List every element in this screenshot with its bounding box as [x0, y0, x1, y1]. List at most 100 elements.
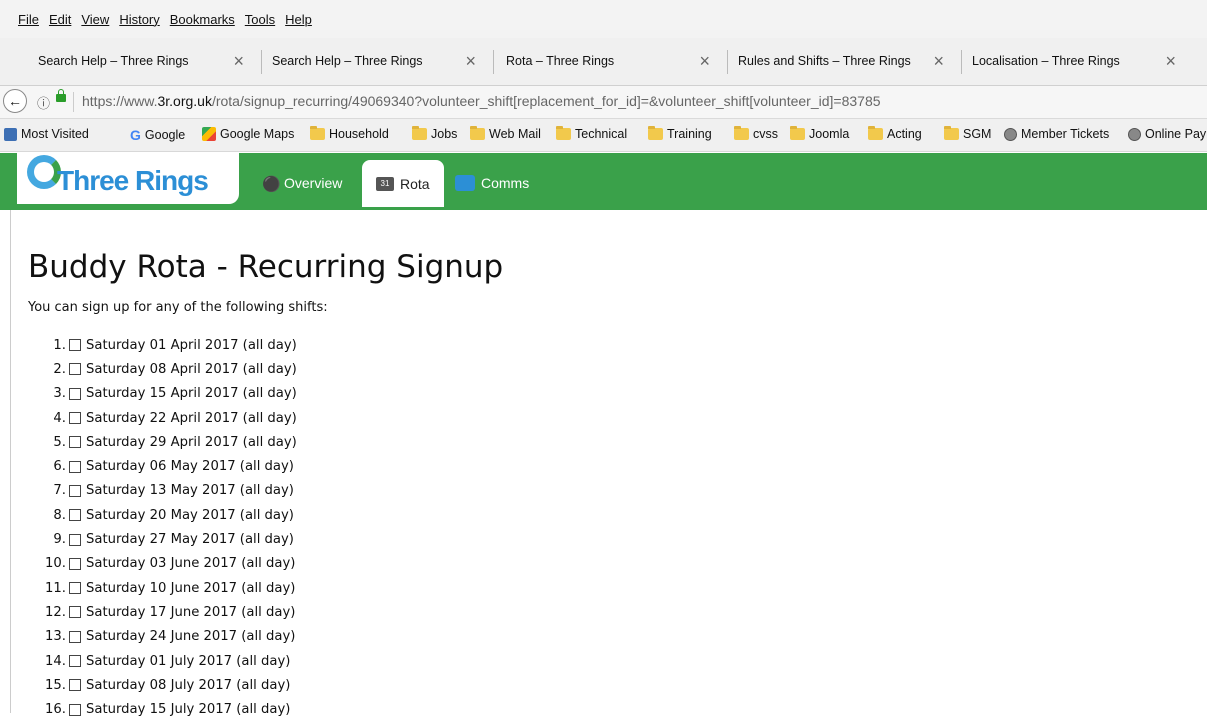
- url-field[interactable]: https://www.3r.org.uk/rota/signup_recurr…: [82, 93, 881, 109]
- shift-checkbox[interactable]: [69, 679, 81, 692]
- close-icon[interactable]: ×: [933, 51, 944, 72]
- menu-edit[interactable]: Edit: [49, 12, 71, 27]
- nav-tab-rota[interactable]: 31 Rota: [362, 160, 444, 207]
- bookmark-acting[interactable]: Acting: [868, 126, 922, 141]
- tab-title: Rota – Three Rings: [506, 54, 615, 68]
- shift-checkbox[interactable]: [69, 557, 81, 570]
- menu-help[interactable]: Help: [285, 12, 312, 27]
- browser-tab[interactable]: Search Help – Three Rings ×: [0, 42, 262, 80]
- shift-label[interactable]: Saturday 24 June 2017 (all day): [86, 629, 295, 644]
- shift-checkbox[interactable]: [69, 703, 81, 716]
- shift-item: 8. Saturday 20 May 2017 (all day): [20, 503, 297, 527]
- shift-number: 1.: [53, 337, 66, 353]
- shift-label[interactable]: Saturday 03 June 2017 (all day): [86, 556, 295, 571]
- shift-number: 5.: [53, 434, 66, 450]
- shift-label[interactable]: Saturday 01 July 2017 (all day): [86, 654, 290, 669]
- shift-label[interactable]: Saturday 08 July 2017 (all day): [86, 678, 290, 693]
- shift-checkbox[interactable]: [69, 630, 81, 643]
- most-visited-icon: [4, 127, 17, 141]
- nav-tab-comms[interactable]: Comms: [455, 163, 529, 203]
- shift-checkbox[interactable]: [69, 387, 81, 400]
- menu-history[interactable]: History: [119, 12, 159, 27]
- tab-title: Rules and Shifts – Three Rings: [738, 54, 911, 68]
- bookmark-google-maps[interactable]: Google Maps: [202, 127, 294, 141]
- close-icon[interactable]: ×: [699, 51, 710, 72]
- shift-number: 2.: [53, 361, 66, 377]
- bookmark-sgm[interactable]: SGM: [944, 126, 991, 141]
- nav-tab-overview[interactable]: ⚫ Overview: [262, 163, 342, 203]
- logo-text: Three Rings: [57, 165, 209, 196]
- browser-tab[interactable]: Rota – Three Rings ×: [494, 42, 728, 80]
- menu-bookmarks[interactable]: Bookmarks: [170, 12, 235, 27]
- shift-item: 1. Saturday 01 April 2017 (all day): [20, 333, 297, 357]
- globe-icon: [1128, 127, 1141, 141]
- shift-checkbox[interactable]: [69, 655, 81, 667]
- close-icon[interactable]: ×: [465, 51, 476, 72]
- shift-label[interactable]: Saturday 15 July 2017 (all day): [86, 702, 290, 717]
- shift-checkbox[interactable]: [69, 436, 81, 449]
- shift-label[interactable]: Saturday 01 April 2017 (all day): [86, 338, 297, 353]
- shift-number: 6.: [53, 459, 66, 475]
- shift-checkbox[interactable]: [69, 533, 81, 546]
- bookmark-web-mail[interactable]: Web Mail: [470, 126, 541, 141]
- url-host: 3r.org.uk: [157, 93, 212, 109]
- browser-tab[interactable]: Rules and Shifts – Three Rings ×: [728, 42, 962, 80]
- site-header: Three Rings ⚫ Overview 31 Rota Comms: [0, 153, 1207, 210]
- browser-tab[interactable]: Search Help – Three Rings ×: [262, 42, 494, 80]
- bookmark-joomla[interactable]: Joomla: [790, 126, 849, 141]
- bookmark-label: Training: [667, 127, 712, 141]
- bookmark-training[interactable]: Training: [648, 126, 712, 141]
- bookmark-google[interactable]: G Google: [130, 127, 185, 143]
- back-arrow-icon[interactable]: ←: [3, 89, 27, 113]
- folder-icon: [944, 126, 959, 140]
- shift-label[interactable]: Saturday 08 April 2017 (all day): [86, 362, 297, 377]
- shift-number: 16.: [45, 702, 66, 718]
- folder-icon: [648, 126, 663, 140]
- close-icon[interactable]: ×: [233, 51, 244, 72]
- shift-item: 5. Saturday 29 April 2017 (all day): [20, 430, 297, 454]
- shift-item: 3. Saturday 15 April 2017 (all day): [20, 382, 297, 406]
- bookmark-label: Household: [329, 127, 389, 141]
- bookmark-label: Google: [144, 128, 186, 142]
- shift-label[interactable]: Saturday 15 April 2017 (all day): [86, 386, 297, 401]
- shift-checkbox[interactable]: [69, 606, 81, 619]
- info-icon[interactable]: ⓘ: [37, 93, 50, 112]
- shift-label[interactable]: Saturday 06 May 2017 (all day): [86, 459, 294, 474]
- shift-checkbox[interactable]: [69, 582, 81, 595]
- bookmark-label: Web Mail: [489, 127, 541, 141]
- bookmark-online-payments[interactable]: Online Paym: [1128, 127, 1207, 141]
- bookmark-member-tickets[interactable]: Member Tickets: [1004, 127, 1109, 141]
- bookmark-household[interactable]: Household: [310, 126, 389, 141]
- shift-checkbox[interactable]: [69, 363, 81, 376]
- shift-checkbox[interactable]: [69, 509, 81, 522]
- content-left-border: [10, 210, 11, 713]
- shift-item: 6. Saturday 06 May 2017 (all day): [20, 454, 297, 478]
- shift-checkbox[interactable]: [69, 484, 81, 497]
- shift-label[interactable]: Saturday 10 June 2017 (all day): [86, 581, 295, 596]
- menu-file[interactable]: File: [18, 12, 39, 27]
- shift-label[interactable]: Saturday 22 April 2017 (all day): [86, 411, 297, 426]
- bookmark-label: cvss: [753, 127, 778, 141]
- menu-tools[interactable]: Tools: [245, 12, 275, 27]
- shift-item: 10. Saturday 03 June 2017 (all day): [20, 552, 297, 576]
- shift-label[interactable]: Saturday 20 May 2017 (all day): [86, 508, 294, 523]
- bookmark-jobs[interactable]: Jobs: [412, 126, 457, 141]
- menu-view[interactable]: View: [81, 12, 109, 27]
- shift-label[interactable]: Saturday 29 April 2017 (all day): [86, 435, 297, 450]
- close-icon[interactable]: ×: [1165, 51, 1176, 72]
- bookmark-label: Member Tickets: [1021, 127, 1110, 141]
- comms-icon: [455, 175, 475, 191]
- bookmark-most-visited[interactable]: Most Visited: [4, 127, 89, 141]
- three-rings-logo[interactable]: Three Rings: [17, 153, 239, 204]
- shift-checkbox[interactable]: [69, 460, 81, 473]
- shift-label[interactable]: Saturday 17 June 2017 (all day): [86, 605, 295, 620]
- shift-checkbox[interactable]: [69, 339, 81, 352]
- tab-title: Localisation – Three Rings: [972, 54, 1120, 68]
- shift-label[interactable]: Saturday 27 May 2017 (all day): [86, 532, 294, 547]
- tab-strip: Search Help – Three Rings × Search Help …: [0, 38, 1207, 86]
- browser-tab[interactable]: Localisation – Three Rings ×: [962, 42, 1194, 80]
- shift-checkbox[interactable]: [69, 412, 81, 425]
- bookmark-technical[interactable]: Technical: [556, 126, 627, 141]
- shift-label[interactable]: Saturday 13 May 2017 (all day): [86, 483, 294, 498]
- bookmark-cvss[interactable]: cvss: [734, 126, 778, 141]
